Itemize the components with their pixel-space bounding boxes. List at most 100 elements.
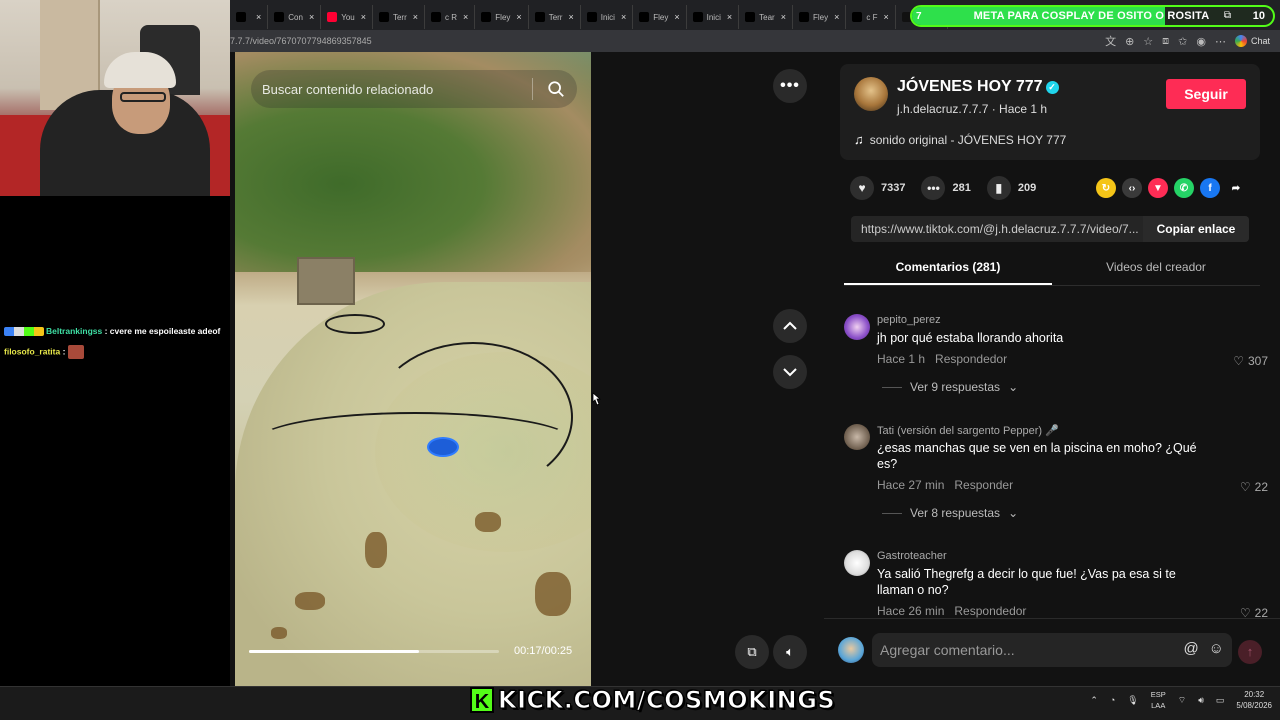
video-link[interactable]: https://www.tiktok.com/@j.h.delacruz.7.7… xyxy=(861,222,1141,236)
browser-tab[interactable]: c R × xyxy=(425,5,476,29)
favorites-icon[interactable]: ✩ xyxy=(1178,35,1187,48)
embed-icon[interactable]: ‹› xyxy=(1122,178,1142,198)
comment-time: Hace 27 min xyxy=(877,478,945,492)
sound-name[interactable]: sonido original - JÓVENES HOY 777 xyxy=(870,133,1067,147)
microphone-icon[interactable]: 🎙︎ xyxy=(1127,695,1138,706)
search-icon[interactable] xyxy=(547,80,565,98)
close-tab-icon[interactable]: × xyxy=(463,12,468,22)
close-tab-icon[interactable]: × xyxy=(727,12,732,22)
creator-avatar[interactable] xyxy=(854,77,888,111)
comment-like-button[interactable]: ♡ 22 xyxy=(1240,480,1268,494)
comment-text: jh por qué estaba llorando ahorita xyxy=(877,331,1064,345)
more-options-button[interactable]: ••• xyxy=(773,69,807,103)
close-tab-icon[interactable]: × xyxy=(883,12,888,22)
heart-outline-icon: ♡ xyxy=(1233,354,1244,368)
save-button[interactable]: ▮ 209 xyxy=(986,176,1036,200)
my-avatar[interactable] xyxy=(838,637,864,663)
commenter-avatar[interactable] xyxy=(844,314,870,340)
commenter-avatar[interactable] xyxy=(844,424,870,450)
tab-creator-videos[interactable]: Videos del creador xyxy=(1052,252,1260,285)
menu-dots-icon[interactable]: ⋯ xyxy=(1215,35,1226,48)
like-button[interactable]: ♥ 7337 xyxy=(850,176,905,200)
address-bar[interactable]: 7.7.7/video/7670707794869357845 文 ⊕ ☆ ⧈ … xyxy=(230,30,1280,52)
comment-like-button[interactable]: ♡ 22 xyxy=(1240,606,1268,618)
browser-tab[interactable]: c F × xyxy=(846,5,896,29)
url-text[interactable]: 7.7.7/video/7670707794869357845 xyxy=(230,36,372,46)
pip-button[interactable]: ⧉ xyxy=(735,635,769,669)
creator-name-wrap[interactable]: JÓVENES HOY 777 ✓ xyxy=(897,78,1059,96)
reply-button[interactable]: Respondedor xyxy=(935,352,1007,366)
language-indicator[interactable]: ESP LAA xyxy=(1151,689,1166,711)
close-tab-icon[interactable]: × xyxy=(413,12,418,22)
comment-username[interactable]: Gastroteacher xyxy=(877,550,947,562)
browser-tab[interactable]: Fley × xyxy=(475,5,529,29)
clock[interactable]: 20:32 5/08/2026 xyxy=(1236,689,1272,711)
browser-tab[interactable]: Inici × xyxy=(581,5,634,29)
share-arrow-icon[interactable]: ➦ xyxy=(1226,178,1246,198)
reply-button[interactable]: Responder xyxy=(954,478,1013,492)
chevron-down-icon: ⌄ xyxy=(1008,380,1019,394)
extension-icon[interactable]: ⧈ xyxy=(1162,35,1169,48)
copilot-chat-button[interactable]: Chat xyxy=(1234,35,1270,47)
goal-current: 7 xyxy=(916,10,922,22)
facebook-icon[interactable]: f xyxy=(1200,178,1220,198)
zoom-icon[interactable]: ⊕ xyxy=(1125,35,1134,48)
browser-tab[interactable]: Fley × xyxy=(633,5,687,29)
speaker-icon[interactable]: 🔊︎ xyxy=(1198,695,1204,706)
lang-code: ESP xyxy=(1150,690,1166,699)
close-tab-icon[interactable]: × xyxy=(309,12,314,22)
comment-input[interactable]: Agregar comentario... @ ☺ xyxy=(872,633,1232,667)
copy-link-button[interactable]: Copiar enlace xyxy=(1143,216,1249,242)
profile-icon[interactable]: ◉ xyxy=(1196,35,1206,48)
sound-row[interactable]: ♫ sonido original - JÓVENES HOY 777 xyxy=(854,132,1066,147)
close-tab-icon[interactable]: × xyxy=(781,12,786,22)
browser-tab[interactable]: Con × xyxy=(268,5,322,29)
reply-button[interactable]: Respondedor xyxy=(954,604,1026,618)
comment-like-button[interactable]: ♡ 307 xyxy=(1233,354,1268,368)
browser-tab[interactable]: × xyxy=(230,5,269,29)
close-tab-icon[interactable]: × xyxy=(568,12,573,22)
chevron-up-icon[interactable]: ⌃ xyxy=(1090,695,1098,706)
close-tab-icon[interactable]: × xyxy=(361,12,366,22)
follow-button[interactable]: Seguir xyxy=(1166,79,1246,109)
whatsapp-icon[interactable]: ✆ xyxy=(1174,178,1194,198)
battery-icon[interactable]: ▭ xyxy=(1216,695,1225,706)
emoji-icon[interactable]: ☺ xyxy=(1209,640,1224,657)
browser-tab[interactable]: You × xyxy=(321,5,373,29)
repost-icon[interactable]: ↻ xyxy=(1096,178,1116,198)
mention-icon[interactable]: @ xyxy=(1183,640,1198,657)
commenter-avatar[interactable] xyxy=(844,550,870,576)
video-player[interactable]: Buscar contenido relacionado 00:17/00:25 xyxy=(235,52,591,686)
browser-tab[interactable]: Inici × xyxy=(687,5,740,29)
previous-video-button[interactable] xyxy=(773,309,807,343)
close-tab-icon[interactable]: × xyxy=(674,12,679,22)
comment-button[interactable]: ••• 281 xyxy=(921,176,971,200)
close-tab-icon[interactable]: × xyxy=(834,12,839,22)
video-progress-bar[interactable] xyxy=(249,650,499,653)
send-icon[interactable]: ▼ xyxy=(1148,178,1168,198)
mouse-cursor-icon xyxy=(592,392,601,406)
network-icon[interactable]: ◔ xyxy=(1110,695,1115,705)
close-tab-icon[interactable]: × xyxy=(516,12,521,22)
view-replies-button[interactable]: Ver 9 respuestas ⌄ xyxy=(882,380,1018,394)
close-tab-icon[interactable]: × xyxy=(256,12,261,22)
post-comment-button[interactable]: ↑ xyxy=(1238,640,1262,664)
view-replies-button[interactable]: Ver 8 respuestas ⌄ xyxy=(882,506,1018,520)
wifi-icon[interactable]: ⌔ xyxy=(1178,695,1186,706)
arrow-up-icon: ↑ xyxy=(1246,644,1254,659)
browser-tab[interactable]: Terr × xyxy=(373,5,426,29)
comment-username[interactable]: Tati (versión del sargento Pepper) 🎤 xyxy=(877,424,1059,437)
creator-name[interactable]: JÓVENES HOY 777 xyxy=(897,78,1043,95)
close-tab-icon[interactable]: × xyxy=(621,12,626,22)
translate-icon[interactable]: 文 xyxy=(1105,33,1116,49)
next-video-button[interactable] xyxy=(773,355,807,389)
volume-button[interactable]: 🔈︎ xyxy=(773,635,807,669)
browser-tab[interactable]: Fley × xyxy=(793,5,847,29)
comment-username[interactable]: pepito_perez xyxy=(877,314,941,326)
browser-tab[interactable]: Terr × xyxy=(529,5,581,29)
browser-tab[interactable]: Tear × xyxy=(739,5,793,29)
link-box: https://www.tiktok.com/@j.h.delacruz.7.7… xyxy=(851,216,1249,242)
tab-comments[interactable]: Comentarios (281) xyxy=(844,252,1052,285)
video-search-bar[interactable]: Buscar contenido relacionado xyxy=(251,70,577,108)
bookmark-star-icon[interactable]: ☆ xyxy=(1143,35,1153,48)
